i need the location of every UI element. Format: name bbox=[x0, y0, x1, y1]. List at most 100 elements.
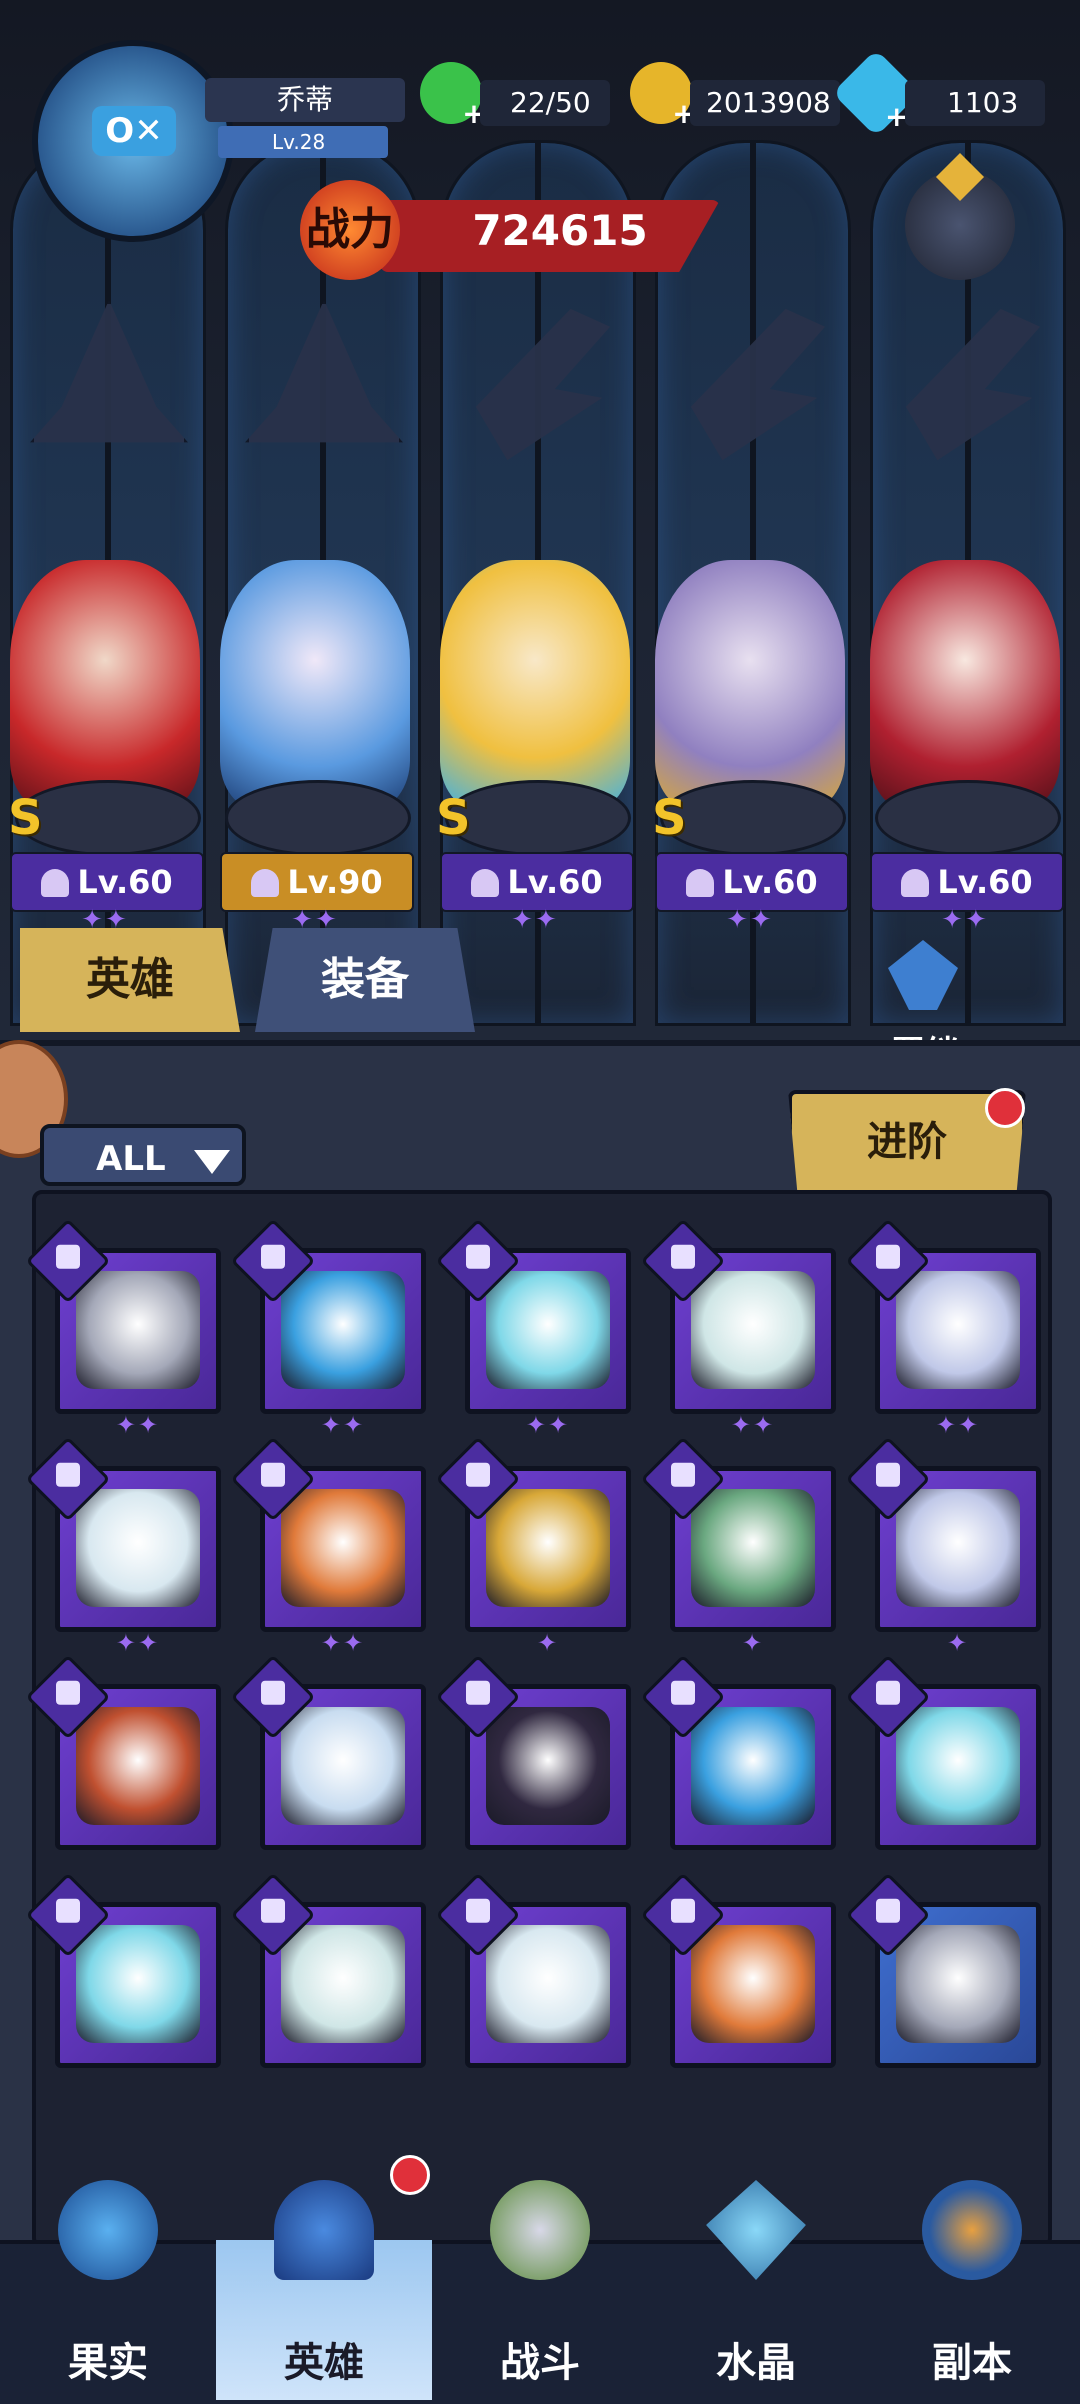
hero-card[interactable]: ✦✦ bbox=[435, 1218, 631, 1439]
hero-portrait bbox=[486, 1489, 610, 1607]
hero-card[interactable]: ✦ bbox=[435, 1436, 631, 1657]
nav-label: 果实 bbox=[68, 2340, 148, 2386]
portal-icon bbox=[922, 2180, 1022, 2280]
hero-pedestal bbox=[660, 780, 846, 856]
hero-portrait bbox=[281, 1271, 405, 1389]
hero-portrait bbox=[691, 1489, 815, 1607]
gold-value: 2013908 bbox=[690, 80, 840, 126]
fishbowl-icon: O✕ bbox=[92, 106, 176, 156]
hero-time-angel[interactable] bbox=[655, 560, 845, 810]
hero-card[interactable] bbox=[230, 1654, 426, 1850]
hero-card[interactable] bbox=[845, 1872, 1041, 2068]
diamond-value: 1103 bbox=[905, 80, 1045, 126]
hero-level: Lv.60 bbox=[77, 863, 173, 901]
hero-card[interactable] bbox=[230, 1872, 426, 2068]
sword-icon bbox=[490, 2180, 590, 2280]
nav-fruit[interactable]: 果实 bbox=[0, 2180, 216, 2400]
nav-dungeon[interactable]: 副本 bbox=[864, 2180, 1080, 2400]
hero-level: Lv.60 bbox=[722, 863, 818, 901]
wing-icon bbox=[901, 869, 930, 897]
stamina-value: 22/50 bbox=[480, 80, 610, 126]
hero-card[interactable]: ✦✦ bbox=[230, 1436, 426, 1657]
s-rank-badge: S bbox=[652, 790, 687, 846]
hero-stars: ✦✦ bbox=[726, 905, 774, 935]
hero-portrait bbox=[896, 1271, 1020, 1389]
hero-portrait bbox=[281, 1925, 405, 2043]
hero-level-tag: Lv.60 bbox=[655, 852, 849, 912]
hero-card[interactable] bbox=[640, 1872, 836, 2068]
hero-level-tag: Lv.90 bbox=[220, 852, 414, 912]
hero-card[interactable]: ✦ bbox=[640, 1436, 836, 1657]
card-stars: ✦✦ bbox=[525, 1411, 571, 1439]
nav-label: 副本 bbox=[932, 2340, 1012, 2386]
hero-card[interactable]: ✦✦ bbox=[25, 1218, 221, 1439]
card-stars: ✦✦ bbox=[115, 1411, 161, 1439]
hero-card[interactable]: ✦✦ bbox=[25, 1436, 221, 1657]
player-avatar[interactable]: O✕ bbox=[32, 40, 234, 242]
hero-card[interactable] bbox=[435, 1654, 631, 1850]
card-stars: ✦✦ bbox=[115, 1629, 161, 1657]
wing-icon bbox=[686, 869, 715, 897]
mage-hat-icon bbox=[41, 869, 70, 897]
card-stars: ✦✦ bbox=[730, 1411, 776, 1439]
chevron-down-icon bbox=[194, 1150, 230, 1174]
player-name: 乔蒂 bbox=[205, 78, 405, 122]
power-value: 724615 bbox=[472, 206, 648, 255]
hero-card[interactable]: ✦✦ bbox=[230, 1218, 426, 1439]
filter-label: ALL bbox=[96, 1139, 166, 1179]
card-stars: ✦✦ bbox=[320, 1629, 366, 1657]
hero-portrait bbox=[76, 1271, 200, 1389]
s-rank-badge: S bbox=[436, 790, 471, 846]
bond-icon bbox=[888, 940, 958, 1010]
nav-battle[interactable]: 战斗 bbox=[432, 2180, 648, 2400]
hero-level-tag: Lv.60 bbox=[870, 852, 1064, 912]
tab-heroes[interactable]: 英雄 bbox=[20, 928, 240, 1032]
hero-pedestal bbox=[445, 780, 631, 856]
hero-pedestal bbox=[15, 780, 201, 856]
hero-card[interactable]: ✦ bbox=[845, 1436, 1041, 1657]
card-stars: ✦ bbox=[741, 1629, 765, 1657]
hero-portrait bbox=[76, 1925, 200, 2043]
hero-card[interactable]: ✦✦ bbox=[845, 1218, 1041, 1439]
nav-crystal[interactable]: 水晶 bbox=[648, 2180, 864, 2400]
hero-vampire-queen[interactable] bbox=[870, 560, 1060, 810]
settings-gear-icon[interactable] bbox=[905, 152, 1015, 280]
hero-level: Lv.90 bbox=[287, 863, 383, 901]
hero-card[interactable] bbox=[845, 1654, 1041, 1850]
hero-portrait bbox=[486, 1925, 610, 2043]
hero-card[interactable] bbox=[25, 1654, 221, 1850]
hero-ice-mage[interactable] bbox=[220, 560, 410, 810]
tab-equipment[interactable]: 装备 bbox=[255, 928, 475, 1032]
card-stars: ✦✦ bbox=[320, 1411, 366, 1439]
hero-portrait bbox=[281, 1489, 405, 1607]
hero-pedestal bbox=[225, 780, 411, 856]
hero-portrait bbox=[281, 1707, 405, 1825]
hero-portrait bbox=[76, 1489, 200, 1607]
card-stars: ✦ bbox=[536, 1629, 560, 1657]
nav-label: 英雄 bbox=[284, 2340, 364, 2386]
hero-card[interactable] bbox=[25, 1872, 221, 2068]
hero-portrait bbox=[691, 1925, 815, 2043]
stamina-icon[interactable]: + bbox=[420, 62, 486, 128]
hero-portrait bbox=[76, 1707, 200, 1825]
wing-icon bbox=[471, 869, 500, 897]
filter-dropdown[interactable]: ALL bbox=[40, 1124, 246, 1186]
hero-portrait bbox=[896, 1489, 1020, 1607]
hero-portrait bbox=[486, 1707, 610, 1825]
nav-heroes[interactable]: 英雄 bbox=[216, 2180, 432, 2400]
hero-fire-mage[interactable] bbox=[10, 560, 200, 810]
fruit-icon bbox=[58, 2180, 158, 2280]
wizard-hat-icon bbox=[274, 2180, 374, 2280]
hero-level: Lv.60 bbox=[507, 863, 603, 901]
power-label: 战力 bbox=[300, 180, 400, 280]
gold-coin-icon[interactable]: + bbox=[630, 62, 696, 128]
hero-card[interactable]: ✦✦ bbox=[640, 1218, 836, 1439]
hero-level-tag: Lv.60 bbox=[440, 852, 634, 912]
mage-hat-icon bbox=[251, 869, 280, 897]
hero-card[interactable] bbox=[435, 1872, 631, 2068]
hero-portrait bbox=[691, 1271, 815, 1389]
nav-label: 水晶 bbox=[716, 2340, 796, 2386]
hero-card[interactable] bbox=[640, 1654, 836, 1850]
hero-thunder-god[interactable] bbox=[440, 560, 630, 810]
hero-portrait bbox=[486, 1271, 610, 1389]
